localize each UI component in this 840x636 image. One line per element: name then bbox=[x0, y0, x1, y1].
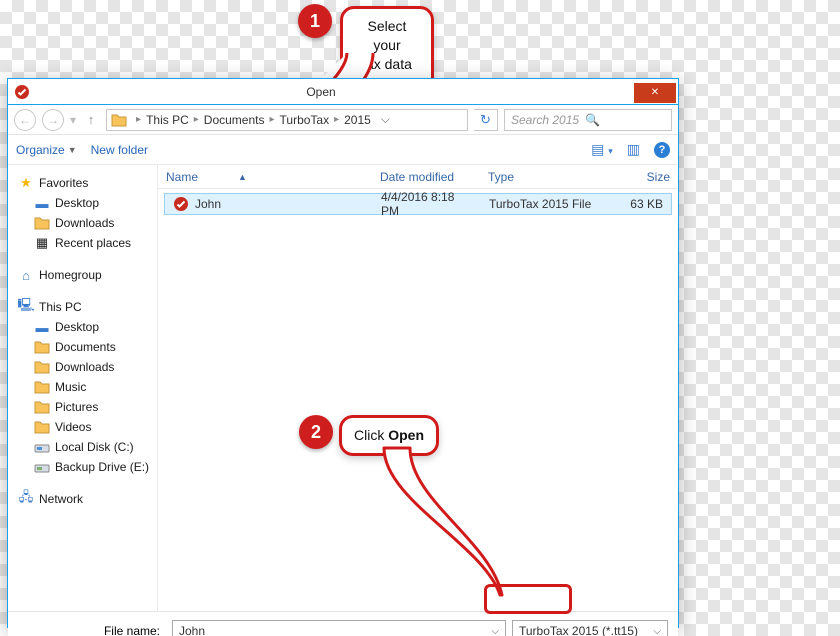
desktop-icon: ▬ bbox=[34, 319, 50, 335]
toolbar: Organize ▼ New folder ▤ ▾ ▥ ? bbox=[8, 135, 678, 165]
breadcrumb-item[interactable]: This PC bbox=[146, 113, 189, 127]
window-title: Open bbox=[8, 85, 634, 99]
navigation-tree: ★Favorites ▬Desktop Downloads ▦Recent pl… bbox=[8, 165, 158, 611]
tree-homegroup[interactable]: ⌂Homegroup bbox=[12, 265, 153, 285]
breadcrumb-bar[interactable]: ▸ This PC▸ Documents▸ TurboTax▸ 2015 ⌵ bbox=[106, 109, 468, 131]
filename-label: File name: bbox=[18, 624, 166, 636]
tree-thispc[interactable]: 🖳This PC bbox=[12, 297, 153, 317]
recent-icon: ▦ bbox=[34, 235, 50, 251]
file-list: Name ▲ Date modified Type Size John 4/4/2… bbox=[158, 165, 678, 611]
drive-icon bbox=[34, 459, 50, 475]
tree-item[interactable]: Documents bbox=[12, 337, 153, 357]
up-button[interactable]: ↑ bbox=[82, 111, 100, 129]
tree-favorites[interactable]: ★Favorites bbox=[12, 173, 153, 193]
breadcrumb-item[interactable]: 2015 bbox=[344, 113, 371, 127]
tree-item[interactable]: Local Disk (C:) bbox=[12, 437, 153, 457]
tree-item[interactable]: ▬Desktop bbox=[12, 317, 153, 337]
col-date[interactable]: Date modified bbox=[372, 170, 480, 184]
breadcrumb-item[interactable]: TurboTax bbox=[280, 113, 330, 127]
folder-icon bbox=[34, 215, 50, 231]
view-details-button[interactable]: ▥ bbox=[627, 141, 640, 158]
step-badge-1: 1 bbox=[298, 4, 332, 38]
computer-icon: 🖳 bbox=[18, 299, 34, 315]
network-icon: 🖧 bbox=[18, 491, 34, 507]
organize-menu[interactable]: Organize ▼ bbox=[16, 143, 77, 157]
col-name[interactable]: Name bbox=[166, 170, 198, 184]
app-icon bbox=[14, 84, 30, 100]
col-size[interactable]: Size bbox=[600, 170, 678, 184]
folder-icon bbox=[34, 419, 50, 435]
folder-icon bbox=[34, 359, 50, 375]
column-headers: Name ▲ Date modified Type Size bbox=[158, 165, 678, 189]
chevron-down-icon[interactable]: ⌵ bbox=[653, 626, 661, 636]
back-button[interactable]: ← bbox=[14, 109, 36, 131]
desktop-icon: ▬ bbox=[34, 195, 50, 211]
file-name: John bbox=[195, 197, 221, 211]
title-bar: Open ✕ bbox=[8, 79, 678, 105]
file-date: 4/4/2016 8:18 PM bbox=[373, 190, 481, 218]
tree-item[interactable]: Pictures bbox=[12, 397, 153, 417]
tree-item[interactable]: ▬Desktop bbox=[12, 193, 153, 213]
tree-item[interactable]: Backup Drive (E:) bbox=[12, 457, 153, 477]
refresh-button[interactable]: ↻ bbox=[474, 109, 498, 131]
chevron-down-icon[interactable]: ⌵ bbox=[491, 626, 499, 636]
tree-network[interactable]: 🖧Network bbox=[12, 489, 153, 509]
chevron-down-icon[interactable]: ⌵ bbox=[371, 112, 390, 127]
file-size: 63 KB bbox=[601, 197, 671, 211]
nav-row: ← → ▾ ↑ ▸ This PC▸ Documents▸ TurboTax▸ … bbox=[8, 105, 678, 135]
search-input[interactable]: Search 2015 🔍 bbox=[504, 109, 672, 131]
help-button[interactable]: ? bbox=[654, 142, 670, 158]
star-icon: ★ bbox=[18, 175, 34, 191]
folder-icon bbox=[34, 339, 50, 355]
tree-item[interactable]: Downloads bbox=[12, 357, 153, 377]
new-folder-button[interactable]: New folder bbox=[91, 143, 148, 157]
filename-field[interactable]: John⌵ bbox=[172, 620, 506, 636]
tree-item[interactable]: ▦Recent places bbox=[12, 233, 153, 253]
view-icons-button[interactable]: ▤ ▾ bbox=[591, 141, 613, 158]
file-row[interactable]: John 4/4/2016 8:18 PM TurboTax 2015 File… bbox=[164, 193, 672, 215]
folder-icon bbox=[111, 112, 127, 128]
tree-item[interactable]: Music bbox=[12, 377, 153, 397]
forward-button[interactable]: → bbox=[42, 109, 64, 131]
tree-item[interactable]: Downloads bbox=[12, 213, 153, 233]
breadcrumb-item[interactable]: Documents bbox=[204, 113, 265, 127]
search-placeholder: Search 2015 bbox=[511, 113, 579, 127]
file-icon bbox=[173, 196, 189, 212]
tree-item[interactable]: Videos bbox=[12, 417, 153, 437]
filetype-dropdown[interactable]: TurboTax 2015 (*.tt15)⌵ bbox=[512, 620, 668, 636]
open-dialog: Open ✕ ← → ▾ ↑ ▸ This PC▸ Documents▸ Tur… bbox=[7, 78, 679, 628]
folder-icon bbox=[34, 379, 50, 395]
close-button[interactable]: ✕ bbox=[634, 83, 676, 103]
sort-asc-icon: ▲ bbox=[238, 172, 247, 182]
homegroup-icon: ⌂ bbox=[18, 267, 34, 283]
drive-icon bbox=[34, 439, 50, 455]
search-icon: 🔍 bbox=[585, 113, 600, 127]
dialog-bottom: File name: John⌵ TurboTax 2015 (*.tt15)⌵… bbox=[8, 611, 678, 636]
col-type[interactable]: Type bbox=[480, 170, 600, 184]
file-type: TurboTax 2015 File bbox=[481, 197, 601, 211]
folder-icon bbox=[34, 399, 50, 415]
